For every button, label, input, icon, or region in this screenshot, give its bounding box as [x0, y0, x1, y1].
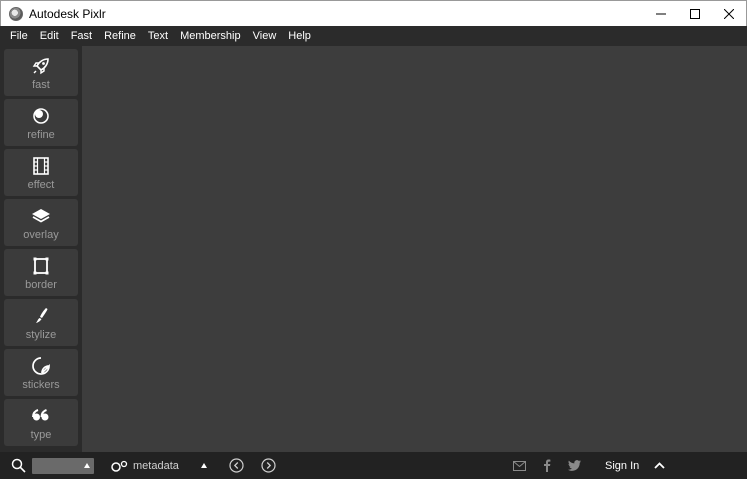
expand-panel-button[interactable] — [654, 452, 665, 479]
sticker-icon — [30, 355, 52, 377]
close-button[interactable] — [712, 1, 746, 27]
tool-sidebar: fast refine effect overlay border styliz… — [0, 46, 82, 452]
email-icon — [513, 460, 526, 471]
minimize-button[interactable] — [644, 1, 678, 27]
tool-label: effect — [27, 179, 55, 191]
canvas-workspace[interactable] — [0, 46, 747, 452]
menu-membership[interactable]: Membership — [174, 26, 247, 46]
tool-label: fast — [32, 79, 50, 91]
tool-label: stickers — [22, 379, 60, 391]
window-controls — [644, 1, 746, 27]
tool-label: refine — [27, 129, 55, 141]
title-bar: Autodesk Pixlr — [0, 0, 747, 26]
close-icon — [724, 9, 734, 19]
metadata-toggle[interactable] — [201, 452, 207, 479]
tool-border[interactable]: border — [4, 249, 78, 296]
menu-fast[interactable]: Fast — [65, 26, 98, 46]
next-button[interactable] — [261, 452, 276, 479]
sign-in-button[interactable]: Sign In — [605, 452, 639, 479]
maximize-button[interactable] — [678, 1, 712, 27]
metadata-label: metadata — [133, 459, 179, 472]
tool-type[interactable]: type — [4, 399, 78, 446]
film-icon — [30, 155, 52, 177]
menu-help[interactable]: Help — [282, 26, 317, 46]
search-input[interactable] — [32, 457, 94, 474]
tool-overlay[interactable]: overlay — [4, 199, 78, 246]
layers-icon — [30, 205, 52, 227]
tool-label: border — [25, 279, 57, 291]
search-button[interactable] — [11, 452, 26, 479]
menu-bar: File Edit Fast Refine Text Membership Vi… — [0, 26, 747, 46]
metadata-icon — [111, 460, 128, 472]
menu-file[interactable]: File — [4, 26, 34, 46]
chevron-up-icon — [654, 462, 665, 469]
facebook-icon — [544, 459, 551, 472]
previous-button[interactable] — [229, 452, 244, 479]
maximize-icon — [690, 9, 700, 19]
tool-stickers[interactable]: stickers — [4, 349, 78, 396]
tool-stylize[interactable]: stylize — [4, 299, 78, 346]
menu-edit[interactable]: Edit — [34, 26, 65, 46]
caret-up-icon — [201, 463, 207, 468]
email-share-button[interactable] — [513, 452, 526, 479]
tool-effect[interactable]: effect — [4, 149, 78, 196]
tool-label: type — [30, 429, 52, 441]
refine-icon — [30, 105, 52, 127]
window-title: Autodesk Pixlr — [29, 6, 106, 21]
dropdown-up-icon — [84, 463, 90, 468]
facebook-share-button[interactable] — [543, 452, 551, 479]
chevron-right-circle-icon — [261, 458, 276, 473]
sign-in-label: Sign In — [605, 459, 640, 472]
bottom-bar: metadata Sign In — [0, 452, 747, 479]
minimize-icon — [656, 13, 666, 15]
menu-text[interactable]: Text — [142, 26, 174, 46]
menu-view[interactable]: View — [247, 26, 283, 46]
tool-label: stylize — [25, 329, 57, 341]
tool-fast[interactable]: fast — [4, 49, 78, 96]
chevron-left-circle-icon — [229, 458, 244, 473]
tool-label: overlay — [23, 229, 59, 241]
rocket-icon — [30, 55, 52, 77]
metadata-button[interactable]: metadata — [111, 452, 179, 479]
tool-refine[interactable]: refine — [4, 99, 78, 146]
app-icon — [9, 6, 23, 21]
twitter-icon — [568, 460, 581, 471]
twitter-share-button[interactable] — [568, 452, 581, 479]
search-icon — [11, 458, 26, 473]
brush-icon — [30, 305, 52, 327]
quote-icon — [30, 405, 52, 427]
menu-refine[interactable]: Refine — [98, 26, 142, 46]
frame-icon — [30, 255, 52, 277]
